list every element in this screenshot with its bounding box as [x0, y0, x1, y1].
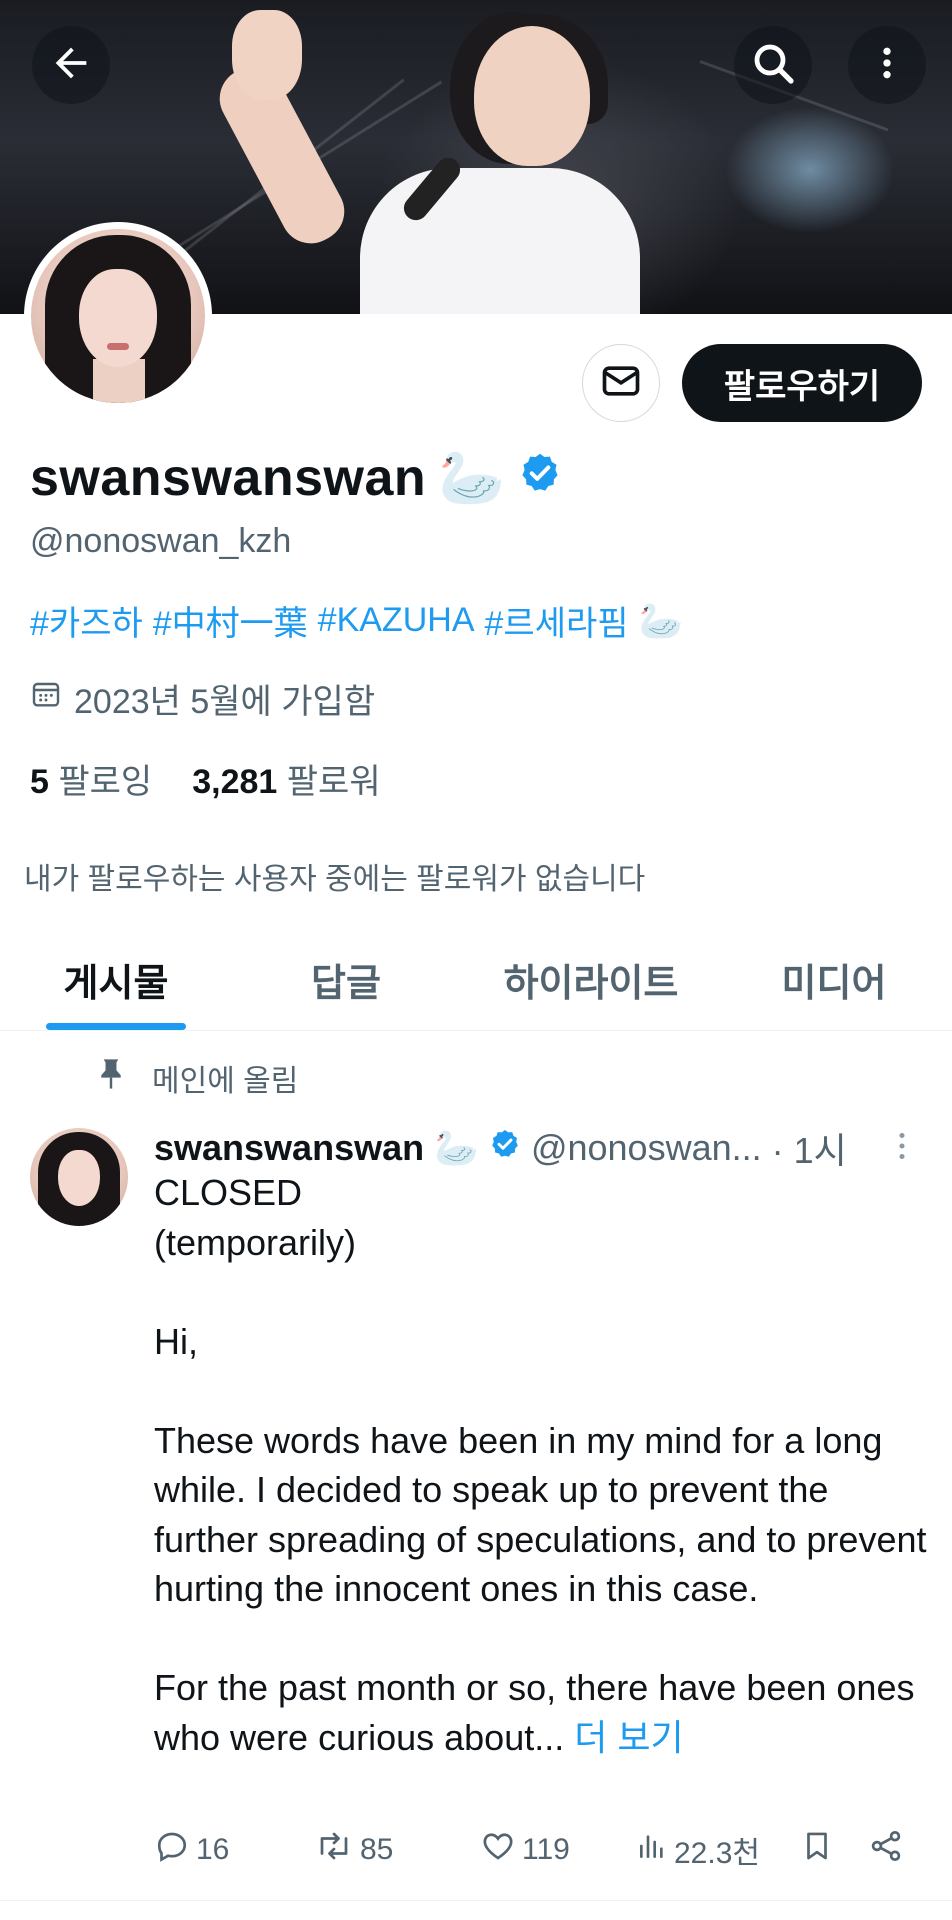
following-count: 5 — [30, 763, 49, 801]
following-label: 팔로잉 — [58, 763, 153, 801]
post-line: Hi, — [154, 1320, 198, 1362]
search-icon — [749, 39, 797, 92]
post-line: These words have been in my mind for a l… — [154, 1419, 927, 1610]
display-name-row: swanswanswan 🦢 — [30, 448, 562, 508]
active-tab-indicator — [46, 1023, 186, 1030]
calendar-icon — [30, 678, 62, 719]
like-count: 119 — [522, 1833, 570, 1866]
pinned-label: 메인에 올림 — [152, 1065, 299, 1098]
views-count: 22.3천 — [674, 1837, 760, 1870]
more-vertical-icon — [867, 43, 907, 88]
post-line: CLOSED — [154, 1172, 303, 1213]
repost-icon — [314, 1828, 354, 1872]
post-divider — [0, 1900, 952, 1901]
verified-badge-icon[interactable] — [518, 448, 562, 508]
joined-date: 2023년 5월에 가입함 — [30, 674, 375, 723]
mail-icon — [599, 359, 643, 408]
bio-hashtag[interactable]: #中村一葉 — [153, 596, 308, 645]
post-line: (temporarily) — [154, 1221, 357, 1263]
bio-emoji: 🦢 — [638, 599, 684, 641]
reply-icon — [154, 1828, 190, 1872]
bookmark-icon — [800, 1828, 834, 1872]
views-chart-icon — [636, 1830, 668, 1870]
bookmark-button[interactable] — [800, 1828, 834, 1872]
back-arrow-icon — [48, 40, 94, 91]
profile-handle: @nonoswan_kzh — [30, 522, 292, 560]
reply-button[interactable]: 16 — [154, 1828, 229, 1872]
like-button[interactable]: 119 — [480, 1828, 570, 1872]
message-button[interactable] — [582, 344, 660, 422]
mutual-followers-note: 내가 팔로우하는 사용자 중에는 팔로워가 없습니다 — [24, 863, 646, 896]
follow-button[interactable]: 팔로우하기 — [682, 344, 922, 422]
post-author-name[interactable]: swanswanswan — [154, 1127, 424, 1169]
post-header: swanswanswan 🦢 @nonoswan... · 1시 — [154, 1122, 847, 1174]
tab-media[interactable]: 미디어 — [764, 952, 904, 1007]
post-actions: 16 85 119 22.3천 — [154, 1828, 914, 1878]
pin-icon — [96, 1057, 126, 1099]
views-button[interactable]: 22.3천 — [636, 1828, 760, 1872]
followers-count: 3,281 — [192, 763, 278, 801]
back-button[interactable] — [32, 26, 110, 104]
followers-link[interactable]: 3,281 팔로워 — [192, 754, 380, 803]
search-button[interactable] — [734, 26, 812, 104]
heart-icon — [480, 1828, 516, 1872]
share-icon — [868, 1828, 904, 1872]
post-author-avatar[interactable] — [30, 1128, 128, 1226]
name-emoji: 🦢 — [438, 448, 506, 508]
followers-label: 팔로워 — [286, 763, 381, 801]
profile-avatar[interactable] — [24, 222, 212, 410]
profile-tabs: 게시물 답글 하이라이트 미디어 — [0, 926, 952, 1031]
repost-count: 85 — [360, 1833, 394, 1866]
show-more-link[interactable]: 더 보기 — [574, 1717, 683, 1758]
following-link[interactable]: 5 팔로잉 — [30, 754, 152, 803]
banner-figure-head — [474, 26, 590, 166]
joined-text: 2023년 5월에 가입함 — [74, 683, 376, 721]
post-more-button[interactable] — [884, 1128, 920, 1169]
reply-count: 16 — [196, 1833, 230, 1866]
bio-hashtag[interactable]: #카즈하 — [30, 596, 143, 645]
tab-highlights[interactable]: 하이라이트 — [476, 952, 706, 1007]
avatar-image — [31, 229, 205, 403]
post-line-last: For the past month or so, there have bee… — [154, 1663, 934, 1762]
profile-bio: #카즈하 #中村一葉 #KAZUHA #르세라핌 🦢 — [30, 596, 683, 645]
bio-hashtag[interactable]: #르세라핌 — [485, 596, 629, 645]
banner-figure-hand — [232, 10, 302, 100]
post-text[interactable]: CLOSED (temporarily) Hi, These words hav… — [154, 1168, 934, 1762]
share-button[interactable] — [868, 1828, 904, 1872]
repost-button[interactable]: 85 — [314, 1828, 393, 1872]
follow-stats: 5 팔로잉 3,281 팔로워 — [30, 754, 381, 803]
post-timestamp[interactable]: · 1시 — [772, 1122, 847, 1174]
tab-posts[interactable]: 게시물 — [46, 952, 186, 1007]
bio-hashtag[interactable]: #KAZUHA — [318, 601, 475, 640]
post-author-emoji: 🦢 — [434, 1127, 479, 1168]
more-vertical-icon — [884, 1132, 920, 1168]
post-author-handle[interactable]: @nonoswan... — [531, 1127, 762, 1169]
display-name: swanswanswan — [30, 449, 427, 507]
post-line: For the past month or so, there have bee… — [154, 1667, 915, 1758]
banner-figure-shirt — [360, 168, 640, 314]
verified-badge-icon — [489, 1127, 521, 1169]
tab-replies[interactable]: 답글 — [276, 952, 416, 1007]
pinned-indicator: 메인에 올림 — [96, 1056, 298, 1100]
more-options-button[interactable] — [848, 26, 926, 104]
